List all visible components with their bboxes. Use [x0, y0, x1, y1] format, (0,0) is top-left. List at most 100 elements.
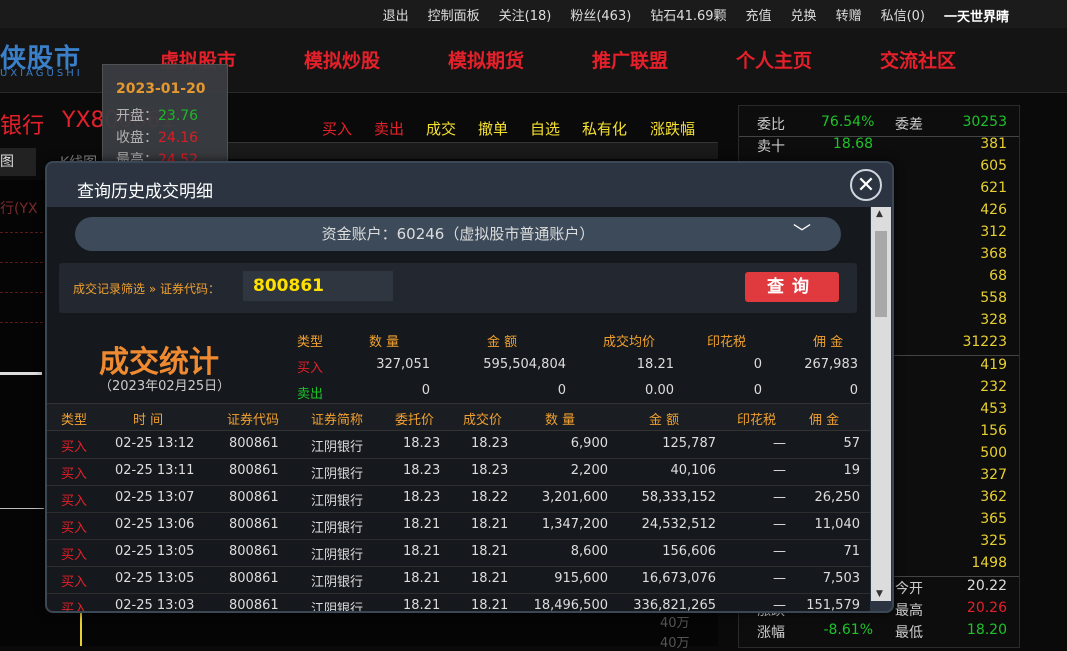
table-cell: —: [773, 544, 786, 559]
stats-date: （2023年02月25日）: [99, 379, 231, 394]
table-cell: 40,106: [670, 463, 717, 478]
nav-affiliate[interactable]: 推广联盟: [592, 46, 668, 73]
action-change[interactable]: 涨跌幅: [650, 118, 695, 139]
table-cell: 800861: [229, 490, 279, 505]
modal-scrollbar[interactable]: ▲ ▼: [871, 207, 891, 601]
filter-bar: 成交记录筛选 » 证券代码： 800861 查询: [59, 263, 857, 313]
transfer-link[interactable]: 转赠: [836, 5, 862, 24]
table-cell: 800861: [229, 463, 279, 478]
table-row: 买入 02-25 13:12 800861 江阴银行 18.23 18.23 6,900 12…: [47, 431, 870, 459]
query-button[interactable]: 查询: [745, 272, 839, 302]
order-book-row: 卖十 18.68 381: [757, 136, 1007, 155]
stats-header: 成交均价: [603, 335, 656, 350]
nav-sim-stock[interactable]: 模拟炒股: [304, 46, 380, 73]
table-cell: 江阴银行: [311, 548, 364, 563]
stock-code-input[interactable]: 800861: [243, 271, 393, 301]
table-row: 买入 02-25 13:11 800861 江阴银行 18.23 18.23 2,200 40…: [47, 458, 870, 486]
col-name: 证券简称: [311, 413, 364, 428]
col-type: 类型: [61, 413, 88, 428]
tooltip-close: 收盘：24.16: [116, 130, 199, 146]
action-buy[interactable]: 买入: [322, 118, 352, 139]
table-cell: 02-25 13:03: [115, 598, 195, 611]
scroll-down-icon[interactable]: ▼: [876, 589, 883, 599]
col-commission: 佣 金: [809, 413, 840, 428]
table-cell: 18.21: [471, 598, 509, 611]
table-cell: 125,787: [662, 436, 716, 451]
table-cell: 3,201,600: [541, 490, 608, 505]
table-cell: 18.21: [403, 544, 441, 559]
nav-homepage[interactable]: 个人主页: [736, 46, 812, 73]
diamond-link[interactable]: 钻石41.69颗: [650, 5, 726, 24]
exchange-link[interactable]: 兑换: [791, 5, 817, 24]
table-row: 买入 02-25 13:05 800861 江阴银行 18.21 18.21 8,600 15…: [47, 539, 870, 567]
stats-sell-avg: 0.00: [645, 383, 674, 398]
table-cell: 18.23: [403, 463, 441, 478]
stats-buy-commission: 267,983: [804, 357, 858, 372]
col-code: 证券代码: [227, 413, 280, 428]
table-cell: 18.21: [471, 517, 509, 532]
tooltip-date: 2023-01-20: [116, 81, 206, 97]
stats-buy-avg: 18.21: [636, 357, 674, 372]
account-select[interactable]: 资金账户：60246（虚拟股市普通账户） ﹀: [75, 217, 841, 251]
stats-sell-commission: 0: [849, 383, 858, 398]
stats-buy-amount: 595,504,804: [483, 357, 566, 372]
top-links: 退出 控制面板 关注(18) 粉丝(463) 钻石41.69颗 充值 兑换 转赠…: [364, 0, 925, 28]
table-cell: 24,532,512: [641, 517, 716, 532]
col-amount: 金 额: [649, 413, 680, 428]
table-row: 买入 02-25 13:06 800861 江阴银行 18.21 18.21 1,347,2…: [47, 512, 870, 540]
table-cell: 18.23: [403, 436, 441, 451]
chart-tab[interactable]: 图: [0, 148, 36, 176]
logout-link[interactable]: 退出: [383, 5, 409, 24]
stats-sell-type: 卖出: [297, 387, 324, 402]
table-cell: 18.22: [471, 490, 509, 505]
action-cancel[interactable]: 撤单: [478, 118, 508, 139]
recharge-link[interactable]: 充值: [746, 5, 772, 24]
table-cell: 买入: [61, 467, 88, 482]
trade-history-modal: 查询历史成交明细 ✕ 资金账户：60246（虚拟股市普通账户） ﹀ 成交记录筛选…: [45, 161, 894, 613]
table-cell: 57: [843, 436, 860, 451]
table-cell: 买入: [61, 575, 88, 590]
scroll-thumb[interactable]: [875, 231, 887, 317]
close-button[interactable]: ✕: [850, 169, 882, 201]
table-cell: 58,333,152: [641, 490, 716, 505]
table-cell: 2,200: [570, 463, 608, 478]
stats-buy-tax: 0: [753, 357, 762, 372]
table-cell: 18.21: [471, 544, 509, 559]
nav-sim-futures[interactable]: 模拟期货: [448, 46, 524, 73]
control-panel-link[interactable]: 控制面板: [428, 5, 480, 24]
action-sell[interactable]: 卖出: [374, 118, 404, 139]
action-privatize[interactable]: 私有化: [582, 118, 627, 139]
username-link[interactable]: 一天世界晴: [944, 6, 1009, 25]
table-cell: 买入: [61, 602, 88, 611]
price-line: [0, 372, 42, 375]
follow-link[interactable]: 关注(18): [499, 5, 552, 24]
table-cell: 江阴银行: [311, 494, 364, 509]
stats-header: 类型: [297, 335, 324, 350]
table-cell: 买入: [61, 494, 88, 509]
table-cell: 156,606: [662, 544, 716, 559]
action-watchlist[interactable]: 自选: [530, 118, 560, 139]
table-cell: 买入: [61, 440, 88, 455]
message-link[interactable]: 私信(0): [881, 5, 925, 24]
action-deals[interactable]: 成交: [426, 118, 456, 139]
table-cell: 1,347,200: [541, 517, 608, 532]
stats-header: 数 量: [369, 335, 400, 350]
table-cell: 11,040: [814, 517, 861, 532]
top-bar: 退出 控制面板 关注(18) 粉丝(463) 钻石41.69颗 充值 兑换 转赠…: [0, 0, 1067, 28]
table-cell: 8,600: [570, 544, 608, 559]
table-cell: 800861: [229, 544, 279, 559]
scroll-up-icon[interactable]: ▲: [876, 209, 883, 219]
table-cell: —: [773, 436, 786, 451]
table-cell: 800861: [229, 571, 279, 586]
site-logo-sub: UXIAGUSHI: [0, 68, 83, 79]
table-cell: 18,496,500: [533, 598, 608, 611]
table-cell: 江阴银行: [311, 467, 364, 482]
table-cell: 16,673,076: [641, 571, 716, 586]
stats-sell-qty: 0: [421, 383, 430, 398]
col-qty: 数 量: [545, 413, 576, 428]
table-cell: 71: [843, 544, 860, 559]
fans-link[interactable]: 粉丝(463): [570, 5, 631, 24]
nav-community[interactable]: 交流社区: [880, 46, 956, 73]
table-cell: 江阴银行: [311, 602, 364, 611]
stats-header: 佣 金: [813, 335, 844, 350]
